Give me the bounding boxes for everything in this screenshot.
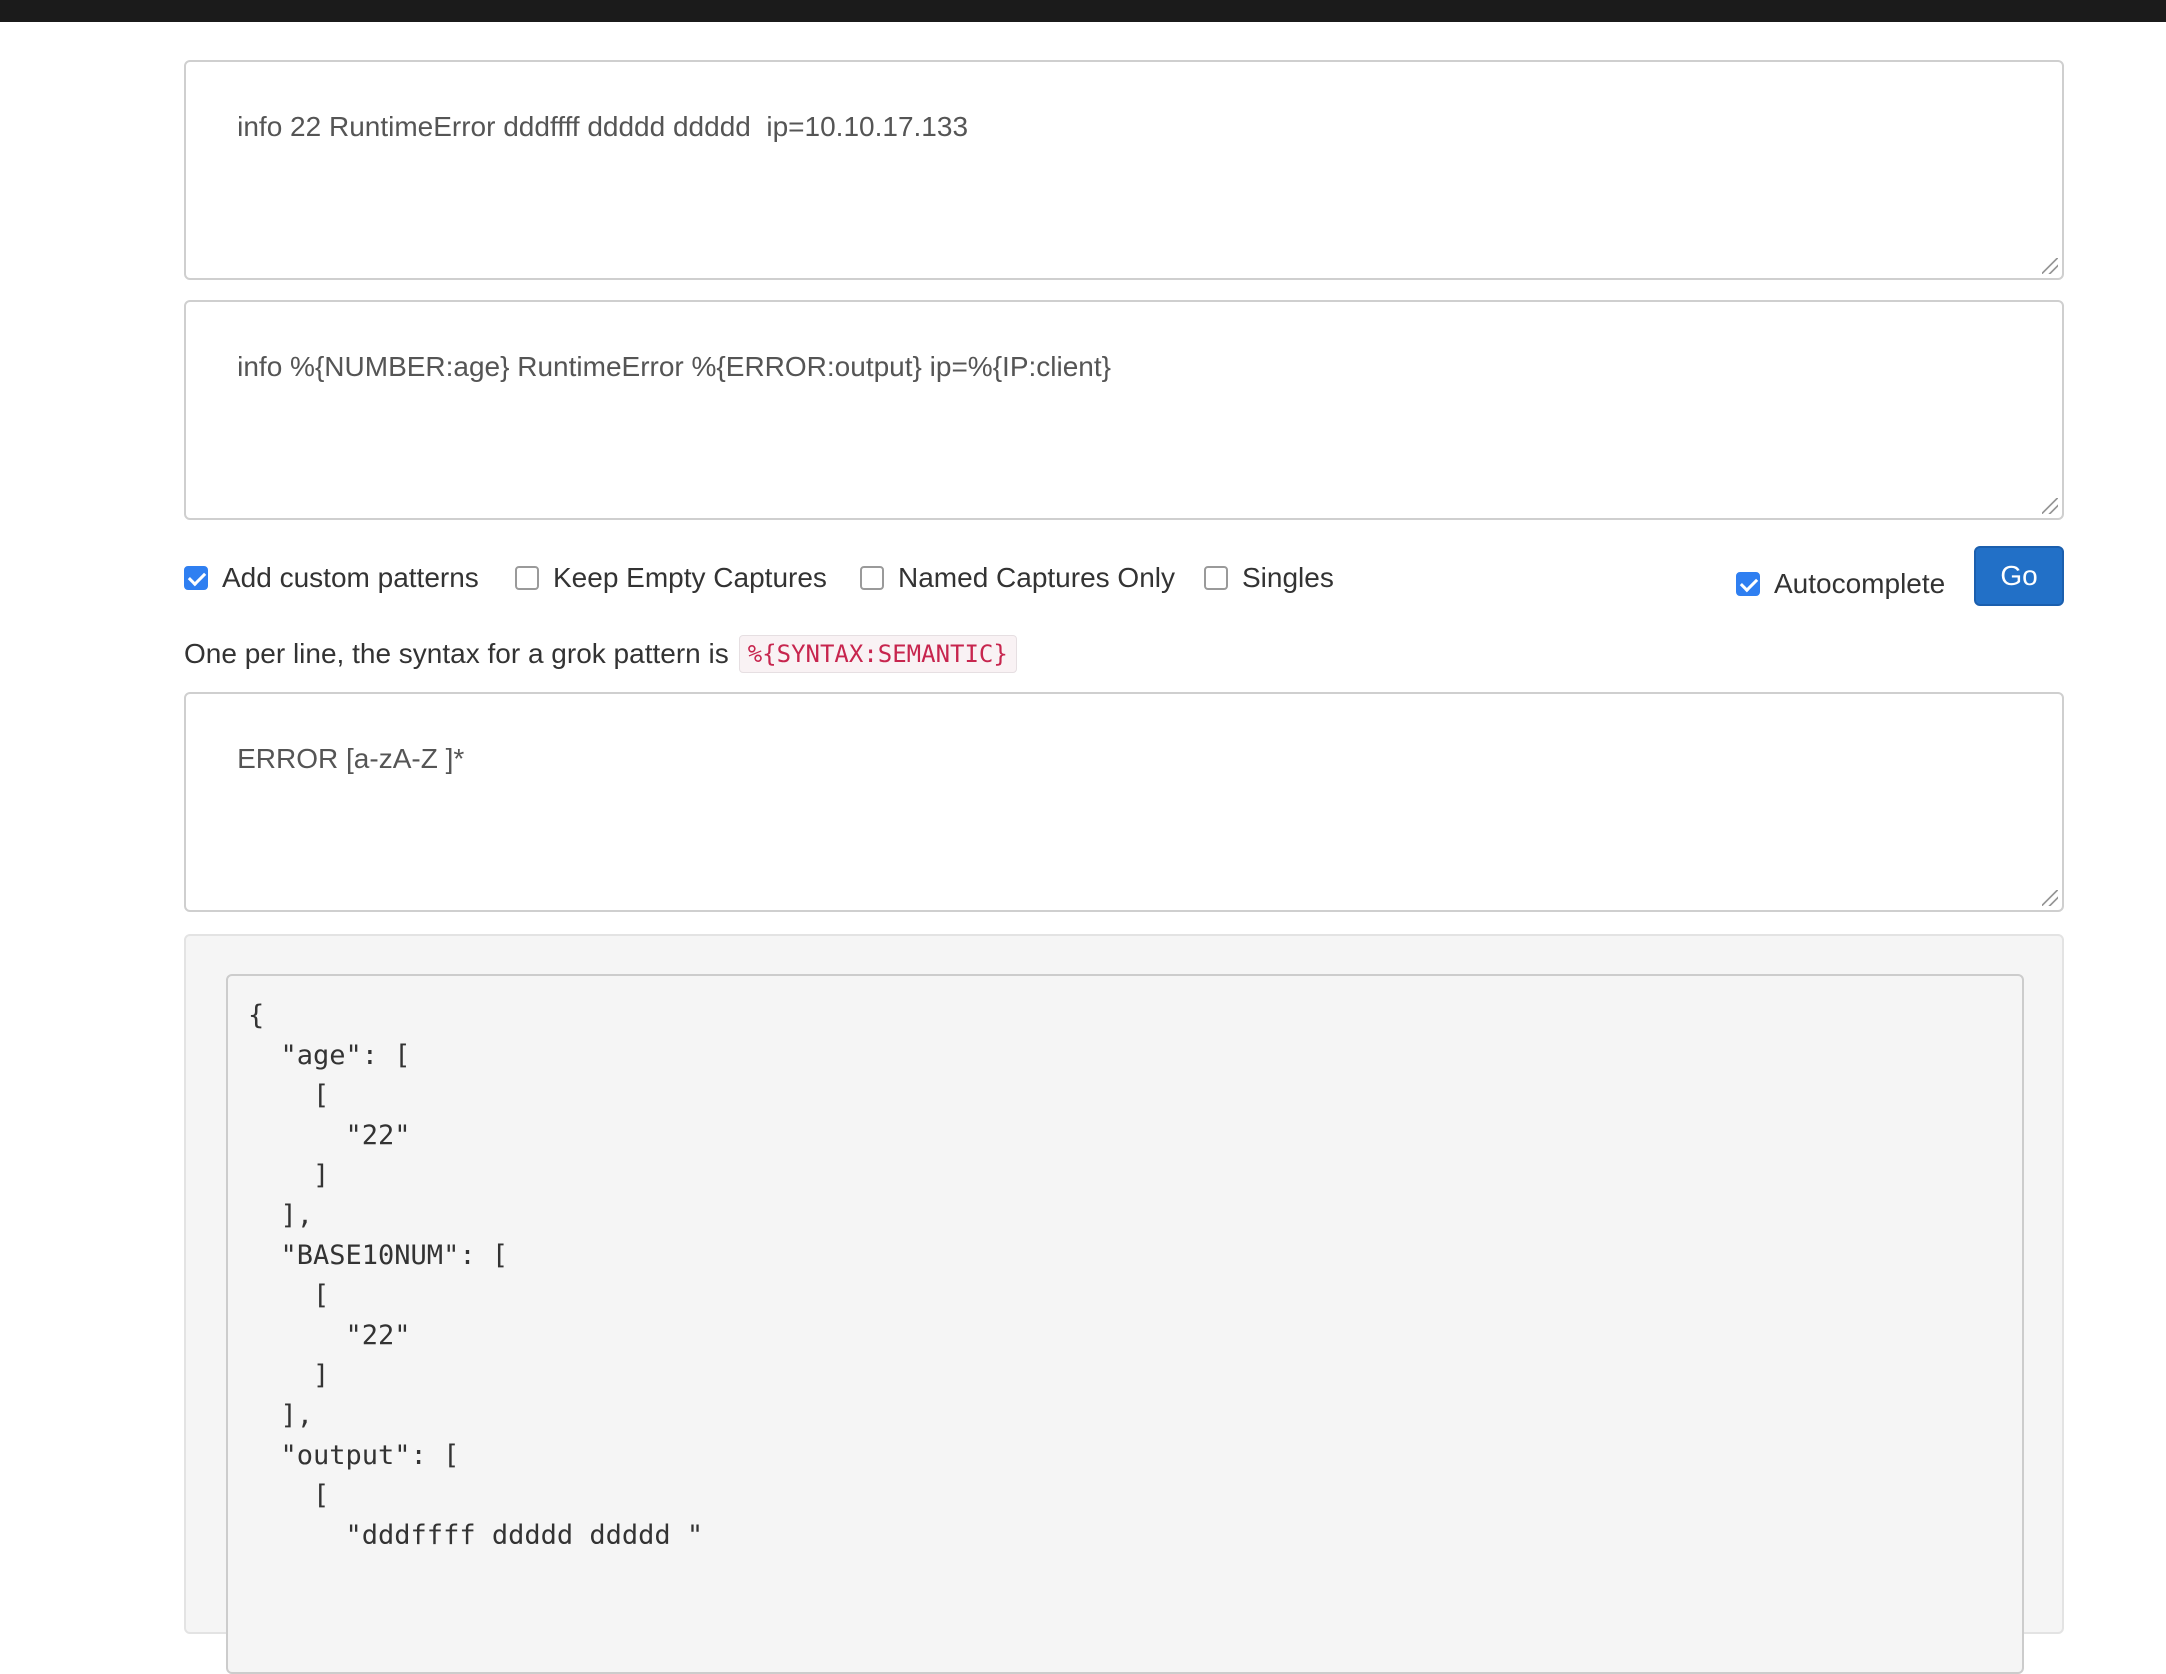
top-navbar: [0, 0, 2166, 22]
resize-grip-icon[interactable]: [2042, 890, 2058, 906]
json-output-line: ]: [248, 1160, 330, 1191]
json-output-line: [: [248, 1480, 330, 1511]
keep-empty-captures-checkbox[interactable]: [515, 566, 539, 590]
json-output-line: "BASE10NUM": [: [248, 1240, 509, 1271]
autocomplete-label: Autocomplete: [1774, 568, 1946, 599]
singles-checkbox[interactable]: [1204, 566, 1228, 590]
add-custom-patterns-checkbox[interactable]: [184, 566, 208, 590]
json-output-line: [: [248, 1280, 330, 1311]
json-output-line: ],: [248, 1200, 314, 1231]
autocomplete-checkbox[interactable]: [1736, 572, 1760, 596]
json-output-line: "22": [248, 1120, 411, 1151]
json-output-line: {: [248, 1000, 265, 1031]
syntax-code-snippet: %{SYNTAX:SEMANTIC}: [738, 635, 1017, 673]
pattern-input-text: info %{NUMBER:age} RuntimeError %{ERROR:…: [237, 351, 1111, 382]
log-input-text: info 22 RuntimeError dddffff ddddd ddddd…: [237, 111, 969, 142]
custom-patterns-textarea[interactable]: ERROR [a-zA-Z ]*: [184, 692, 2064, 912]
singles-option[interactable]: Singles: [1204, 546, 1334, 610]
json-output-line: "output": [: [248, 1440, 460, 1471]
add-custom-patterns-option[interactable]: Add custom patterns: [184, 546, 479, 610]
json-output[interactable]: { "age": [ [ "22" ] ], "BASE10NUM": [ [ …: [226, 974, 2024, 1674]
json-output-line: "dddffff ddddd ddddd ": [248, 1520, 704, 1551]
custom-patterns-text: ERROR [a-zA-Z ]*: [237, 743, 465, 774]
output-well: { "age": [ [ "22" ] ], "BASE10NUM": [ [ …: [184, 934, 2064, 1674]
resize-grip-icon[interactable]: [2042, 258, 2058, 274]
add-custom-patterns-label: Add custom patterns: [222, 562, 479, 593]
named-captures-only-checkbox[interactable]: [860, 566, 884, 590]
named-captures-only-option[interactable]: Named Captures Only: [860, 546, 1175, 610]
json-output-line: ],: [248, 1400, 314, 1431]
json-output-line: "age": [: [248, 1040, 411, 1071]
json-output-line: [: [248, 1080, 330, 1111]
keep-empty-captures-label: Keep Empty Captures: [553, 562, 827, 593]
custom-patterns-hint: One per line, the syntax for a grok patt…: [184, 632, 1017, 676]
json-output-line: "22": [248, 1320, 411, 1351]
log-input-textarea[interactable]: info 22 RuntimeError dddffff ddddd ddddd…: [184, 60, 2064, 280]
named-captures-only-label: Named Captures Only: [898, 562, 1176, 593]
options-row: Add custom patterns Keep Empty Captures …: [184, 546, 2064, 610]
resize-grip-icon[interactable]: [2042, 498, 2058, 514]
autocomplete-option[interactable]: Autocomplete: [1736, 552, 1945, 616]
json-output-line: ]: [248, 1360, 330, 1391]
custom-patterns-hint-text: One per line, the syntax for a grok patt…: [184, 638, 729, 669]
keep-empty-captures-option[interactable]: Keep Empty Captures: [515, 546, 827, 610]
singles-label: Singles: [1242, 562, 1334, 593]
pattern-input-textarea[interactable]: info %{NUMBER:age} RuntimeError %{ERROR:…: [184, 300, 2064, 520]
go-button[interactable]: Go: [1974, 546, 2064, 606]
